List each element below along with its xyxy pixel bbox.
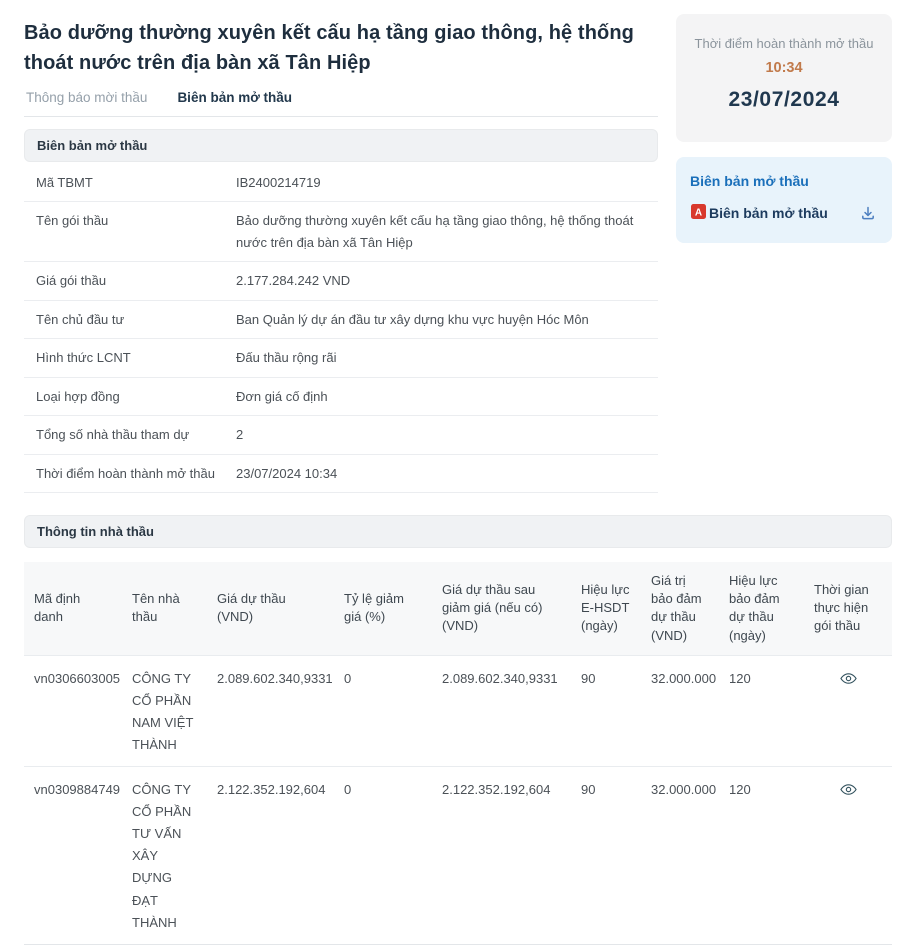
detail-row-gia-goi-thau: Giá gói thầu 2.177.284.242 VND — [24, 262, 658, 300]
top-layout: Bảo dưỡng thường xuyên kết cấu hạ tầng g… — [24, 14, 892, 493]
document-card-heading: Biên bản mở thầu — [690, 173, 878, 189]
contractor-guarantee-value: 32.000.000 — [641, 767, 719, 945]
document-file-link[interactable]: A Biên bản mở thầu — [690, 203, 828, 223]
contractor-price-after-discount: 2.089.602.340,9331 — [432, 655, 571, 766]
contractor-bid-price: 2.122.352.192,604 — [207, 767, 334, 945]
col-header-bid-price: Giá dự thầu (VND) — [207, 562, 334, 655]
detail-value: Đơn giá cố định — [236, 386, 646, 407]
sidebar: Thời điểm hoàn thành mở thầu 10:34 23/07… — [676, 14, 892, 493]
eye-view-icon[interactable] — [840, 670, 857, 692]
contractors-table: Mã định danh Tên nhà thầu Giá dự thầu (V… — [24, 562, 892, 945]
detail-row-ten-goi-thau: Tên gói thầu Bảo dưỡng thường xuyên kết … — [24, 202, 658, 262]
contractor-id: vn0309884749 — [24, 767, 122, 945]
detail-label: Hình thức LCNT — [36, 347, 236, 368]
document-file-label: Biên bản mở thầu — [709, 205, 828, 221]
col-header-price-after-discount: Giá dự thầu sau giảm giá (nếu có) (VND) — [432, 562, 571, 655]
detail-row-chu-dau-tu: Tên chủ đầu tư Ban Quản lý dự án đầu tư … — [24, 301, 658, 339]
detail-row-thoi-diem-mo-thau: Thời điểm hoàn thành mở thầu 23/07/2024 … — [24, 455, 658, 493]
bid-opening-details: Mã TBMT IB2400214719 Tên gói thầu Bảo dư… — [24, 164, 658, 493]
col-header-name: Tên nhà thầu — [122, 562, 207, 655]
document-file-row[interactable]: A Biên bản mở thầu — [690, 203, 878, 223]
contractors-table-header-row: Mã định danh Tên nhà thầu Giá dự thầu (V… — [24, 562, 892, 655]
detail-label: Mã TBMT — [36, 172, 236, 193]
detail-label: Giá gói thầu — [36, 270, 236, 291]
eye-view-icon[interactable] — [840, 781, 857, 803]
pdf-file-icon: A — [690, 203, 707, 223]
detail-value: 2 — [236, 424, 646, 445]
detail-value: 23/07/2024 10:34 — [236, 463, 646, 484]
detail-value: Đấu thầu rộng rãi — [236, 347, 646, 368]
detail-value: Bảo dưỡng thường xuyên kết cấu hạ tầng g… — [236, 210, 646, 253]
detail-row-hinh-thuc-lcnt: Hình thức LCNT Đấu thầu rộng rãi — [24, 339, 658, 377]
col-header-id: Mã định danh — [24, 562, 122, 655]
contractor-id: vn0306603005 — [24, 655, 122, 766]
detail-label: Tên chủ đầu tư — [36, 309, 236, 330]
detail-row-ma-tbmt: Mã TBMT IB2400214719 — [24, 164, 658, 202]
detail-label: Tên gói thầu — [36, 210, 236, 253]
contractor-price-after-discount: 2.122.352.192,604 — [432, 767, 571, 945]
detail-label: Tổng số nhà thầu tham dự — [36, 424, 236, 445]
detail-row-loai-hop-dong: Loại hợp đồng Đơn giá cố định — [24, 378, 658, 416]
svg-text:A: A — [695, 208, 702, 219]
detail-label: Loại hợp đồng — [36, 386, 236, 407]
col-header-discount: Tỷ lệ giảm giá (%) — [334, 562, 432, 655]
bid-opening-document-card: Biên bản mở thầu A Biên bản mở thầu — [676, 157, 892, 243]
contractor-guarantee-validity: 120 — [719, 767, 804, 945]
completion-time-label: Thời điểm hoàn thành mở thầu — [690, 36, 878, 51]
contractor-name: CÔNG TY CỔ PHẦN NAM VIỆT THÀNH — [122, 655, 207, 766]
contractor-discount: 0 — [334, 767, 432, 945]
contractor-row: vn0309884749 CÔNG TY CỔ PHẦN TƯ VẤN XÂY … — [24, 767, 892, 945]
contractor-name: CÔNG TY CỔ PHẦN TƯ VẤN XÂY DỰNG ĐẠT THÀN… — [122, 767, 207, 945]
detail-value: Ban Quản lý dự án đầu tư xây dựng khu vự… — [236, 309, 646, 330]
detail-label: Thời điểm hoàn thành mở thầu — [36, 463, 236, 484]
contractor-guarantee-validity: 120 — [719, 655, 804, 766]
col-header-guarantee-validity: Hiệu lực bảo đảm dự thầu (ngày) — [719, 562, 804, 655]
contractors-section-header: Thông tin nhà thầu — [24, 515, 892, 548]
completion-date-value: 23/07/2024 — [690, 88, 878, 112]
col-header-duration: Thời gian thực hiện gói thầu — [804, 562, 892, 655]
detail-value: 2.177.284.242 VND — [236, 270, 646, 291]
contractor-guarantee-value: 32.000.000 — [641, 655, 719, 766]
detail-row-tong-so-nha-thau: Tổng số nhà thầu tham dự 2 — [24, 416, 658, 454]
download-icon[interactable] — [858, 203, 878, 223]
col-header-guarantee-value: Giá trị bảo đảm dự thầu (VND) — [641, 562, 719, 655]
contractor-discount: 0 — [334, 655, 432, 766]
bid-opening-section-header: Biên bản mở thầu — [24, 129, 658, 162]
page-container: Bảo dưỡng thường xuyên kết cấu hạ tầng g… — [0, 0, 908, 776]
contractor-ehsdt-validity: 90 — [571, 655, 641, 766]
page-title: Bảo dưỡng thường xuyên kết cấu hạ tầng g… — [24, 18, 658, 78]
col-header-ehsdt-validity: Hiệu lực E-HSDT (ngày) — [571, 562, 641, 655]
main-column: Bảo dưỡng thường xuyên kết cấu hạ tầng g… — [24, 14, 658, 493]
contractor-row: vn0306603005 CÔNG TY CỔ PHẦN NAM VIỆT TH… — [24, 655, 892, 766]
completion-time-value: 10:34 — [690, 60, 878, 76]
detail-value: IB2400214719 — [236, 172, 646, 193]
contractor-bid-price: 2.089.602.340,9331 — [207, 655, 334, 766]
tab-thong-bao-moi-thau[interactable]: Thông báo mời thầu — [26, 90, 147, 105]
tab-bar: Thông báo mời thầu Biên bản mở thầu — [24, 90, 658, 117]
completion-time-card: Thời điểm hoàn thành mở thầu 10:34 23/07… — [676, 14, 892, 142]
contractor-ehsdt-validity: 90 — [571, 767, 641, 945]
tab-bien-ban-mo-thau[interactable]: Biên bản mở thầu — [177, 90, 292, 105]
